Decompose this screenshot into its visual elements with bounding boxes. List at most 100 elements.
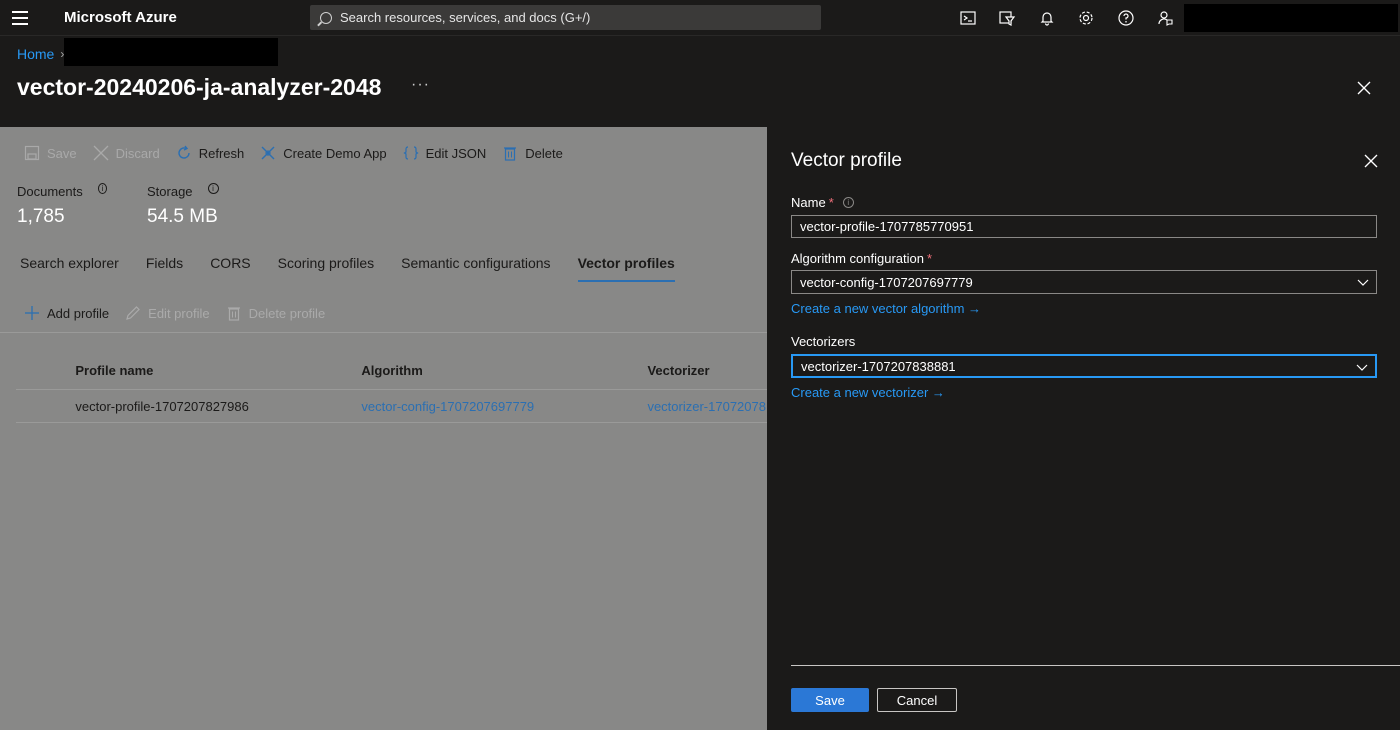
brand-title[interactable]: Microsoft Azure <box>64 9 177 26</box>
top-icons <box>948 6 1185 30</box>
main-content-overlay: Save Discard Refresh Create Demo App Edi… <box>0 127 767 730</box>
cancel-button[interactable]: Cancel <box>877 688 957 712</box>
required-mark: * <box>926 251 933 266</box>
algorithm-label-text: Algorithm configuration <box>791 251 924 266</box>
menu-icon[interactable] <box>12 11 28 25</box>
index-tabs: Search explorer Fields CORS Scoring prof… <box>20 255 702 282</box>
divider <box>0 332 767 333</box>
search-icon <box>320 11 332 24</box>
cell-profile-name: vector-profile-1707207827986 <box>75 398 249 414</box>
name-label: Name * i <box>791 195 854 210</box>
feedback-icon[interactable] <box>1146 6 1186 30</box>
storage-value: 54.5 MB <box>147 206 218 227</box>
breadcrumb-home-link[interactable]: Home <box>17 46 54 62</box>
documents-stat: Documents i 1,785 <box>17 183 107 228</box>
chevron-down-icon <box>1356 364 1368 371</box>
tab-vector-profiles[interactable]: Vector profiles <box>577 255 675 282</box>
save-toolbar-button[interactable]: Save <box>24 145 77 161</box>
demo-app-icon <box>261 146 275 160</box>
directory-filter-icon[interactable] <box>988 6 1028 30</box>
cloud-shell-icon[interactable] <box>948 6 988 30</box>
add-profile-button[interactable]: Add profile <box>24 305 109 321</box>
discard-label: Discard <box>115 145 160 161</box>
tab-cors[interactable]: CORS <box>210 255 250 282</box>
name-input[interactable] <box>791 215 1377 238</box>
create-demo-app-button[interactable]: Create Demo App <box>260 145 387 161</box>
tab-fields[interactable]: Fields <box>146 255 183 282</box>
add-profile-label: Add profile <box>47 305 110 321</box>
breadcrumb: Home › <box>17 46 64 62</box>
table-header: Profile name Algorithm Vectorizer <box>16 352 767 390</box>
page-title: vector-20240206-ja-analyzer-2048 <box>17 74 382 100</box>
edit-profile-label: Edit profile <box>148 305 210 321</box>
help-icon[interactable] <box>1106 6 1146 30</box>
refresh-button[interactable]: Refresh <box>176 145 245 161</box>
refresh-label: Refresh <box>198 145 245 161</box>
cell-vectorizer-link[interactable]: vectorizer-17072078 <box>647 399 767 414</box>
discard-icon <box>93 145 109 161</box>
settings-icon[interactable] <box>1067 6 1107 30</box>
algorithm-selected-value: vector-config-1707207697779 <box>800 274 973 290</box>
tab-scoring-profiles[interactable]: Scoring profiles <box>278 255 375 282</box>
account-redacted[interactable] <box>1184 4 1398 32</box>
create-vector-algorithm-link[interactable]: Create a new vector algorithm → <box>791 301 981 316</box>
top-bar: Microsoft Azure <box>0 0 1400 36</box>
vectorizer-dropdown[interactable]: vectorizer-1707207838881 <box>791 354 1377 378</box>
profiles-toolbar: Add profile Edit profile Delete profile <box>24 305 341 321</box>
header-vectorizer[interactable]: Vectorizer <box>647 363 767 378</box>
edit-json-button[interactable]: Edit JSON <box>403 145 487 161</box>
delete-label: Delete <box>525 145 563 161</box>
header-algorithm[interactable]: Algorithm <box>361 363 647 378</box>
name-label-text: Name <box>791 195 826 210</box>
vector-profile-panel: Vector profile Name * i Algorithm config… <box>767 127 1400 730</box>
panel-close-icon[interactable] <box>1364 154 1378 168</box>
notifications-icon[interactable] <box>1027 6 1067 30</box>
save-button[interactable]: Save <box>791 688 869 712</box>
edit-json-label: Edit JSON <box>425 145 487 161</box>
index-stats: Documents i 1,785 Storage i 54.5 MB <box>17 183 277 228</box>
edit-profile-button[interactable]: Edit profile <box>125 305 210 321</box>
vectorizers-label: Vectorizers <box>791 334 855 349</box>
create-vectorizer-link[interactable]: Create a new vectorizer → <box>791 385 945 400</box>
storage-stat: Storage i 54.5 MB <box>147 183 237 228</box>
info-icon[interactable]: i <box>842 197 854 208</box>
search-input[interactable] <box>340 10 810 25</box>
info-icon[interactable]: i <box>97 183 107 194</box>
table-row[interactable]: vector-profile-1707207827986 vector-conf… <box>16 390 767 423</box>
save-icon <box>24 145 40 161</box>
documents-label: Documents <box>17 184 83 199</box>
header-profile-name[interactable]: Profile name <box>75 363 361 378</box>
trash-icon <box>227 307 240 321</box>
cell-algorithm-link[interactable]: vector-config-1707207697779 <box>361 399 647 414</box>
chevron-down-icon <box>1357 279 1369 286</box>
delete-profile-button[interactable]: Delete profile <box>226 305 326 321</box>
documents-value: 1,785 <box>17 206 65 227</box>
vector-profiles-table: Profile name Algorithm Vectorizer vector… <box>16 352 767 423</box>
tab-search-explorer[interactable]: Search explorer <box>20 255 119 282</box>
footer-divider <box>791 665 1400 666</box>
breadcrumb-redacted <box>64 38 278 66</box>
required-mark: * <box>828 195 834 210</box>
braces-icon <box>403 146 419 160</box>
storage-label: Storage <box>147 184 193 199</box>
info-icon[interactable]: i <box>207 183 219 194</box>
global-search[interactable] <box>310 5 821 30</box>
delete-profile-label: Delete profile <box>248 305 326 321</box>
algorithm-label: Algorithm configuration * <box>791 251 932 266</box>
vectorizer-selected-value: vectorizer-1707207838881 <box>801 358 956 374</box>
save-toolbar-label: Save <box>47 145 77 161</box>
toolbar: Save Discard Refresh Create Demo App Edi… <box>24 145 579 161</box>
panel-title: Vector profile <box>791 150 902 171</box>
plus-icon <box>25 306 39 320</box>
trash-icon <box>504 147 517 161</box>
refresh-icon <box>178 145 190 159</box>
delete-button[interactable]: Delete <box>502 145 563 161</box>
algorithm-dropdown[interactable]: vector-config-1707207697779 <box>791 270 1377 294</box>
tab-semantic-configurations[interactable]: Semantic configurations <box>401 255 550 282</box>
create-demo-app-label: Create Demo App <box>283 145 387 161</box>
pencil-icon <box>126 306 141 320</box>
discard-button[interactable]: Discard <box>93 145 160 161</box>
vectorizers-label-text: Vectorizers <box>791 334 856 349</box>
more-options-button[interactable]: ··· <box>411 76 430 94</box>
page-close-icon[interactable] <box>1355 79 1373 97</box>
